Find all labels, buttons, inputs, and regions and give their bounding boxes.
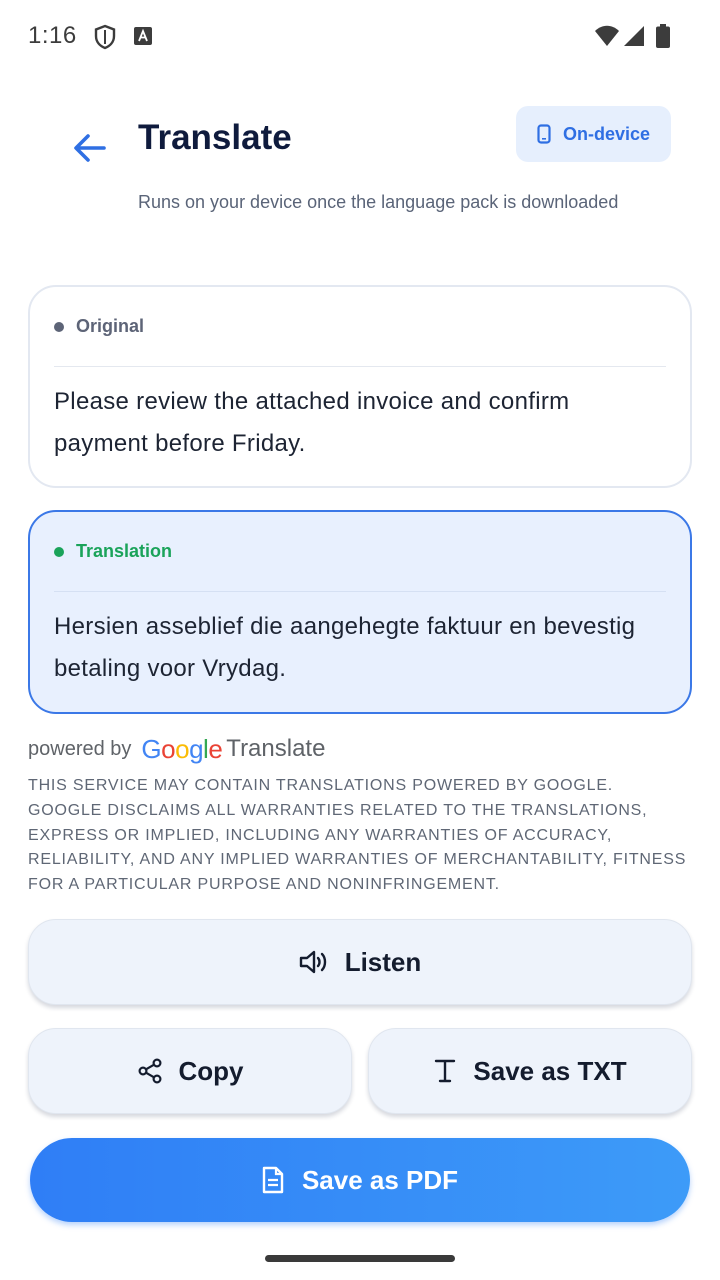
subtitle: Runs on your device once the language pa… (138, 192, 619, 212)
back-button[interactable] (62, 120, 118, 176)
copy-button[interactable]: Copy (28, 1028, 352, 1114)
original-card: Original Please review the attached invo… (28, 285, 692, 488)
text-cursor-icon (435, 1059, 456, 1083)
keyboard-a-icon (134, 27, 152, 50)
translation-card: Translation Hersien asseblief die aangeh… (28, 510, 692, 714)
powered-by-text: powered by (28, 737, 132, 760)
copy-label: Copy (178, 1055, 244, 1086)
status-bar: 1:16 (0, 0, 720, 72)
translation-card-header: Translation (54, 512, 666, 592)
listen-label: Listen (344, 946, 422, 977)
save-pdf-button[interactable]: Save as PDF (30, 1138, 690, 1222)
disclaimer-text: THIS SERVICE MAY CONTAIN TRANSLATIONS PO… (28, 777, 687, 894)
page-title: Translate (138, 118, 292, 157)
translate-product-name: Translate (226, 735, 326, 762)
save-txt-label: Save as TXT (473, 1055, 627, 1086)
listen-button[interactable]: Listen (28, 919, 692, 1005)
original-text: Please review the attached invoice and c… (54, 388, 570, 457)
status-time: 1:16 (28, 22, 77, 49)
save-txt-button[interactable]: Save as TXT (368, 1028, 692, 1114)
speaker-icon (299, 950, 326, 974)
google-logo: Google (141, 733, 223, 764)
share-icon (137, 1058, 162, 1084)
battery-icon (656, 24, 670, 53)
header: Translate On-device Runs on your device … (0, 90, 720, 230)
signal-icon (623, 25, 645, 52)
translation-dot-icon (54, 546, 64, 557)
translation-label: Translation (76, 541, 173, 561)
google-attribution: powered by Google Translate (28, 734, 325, 764)
on-device-chip[interactable]: On-device (516, 106, 671, 162)
save-pdf-label: Save as PDF (301, 1164, 459, 1195)
original-dot-icon (54, 321, 64, 332)
original-label: Original (76, 316, 145, 336)
original-card-header: Original (54, 287, 666, 367)
on-device-label: On-device (562, 123, 651, 144)
home-indicator[interactable] (265, 1255, 455, 1262)
translation-text: Hersien asseblief die aangehegte faktuur… (54, 613, 636, 682)
phone-icon (537, 124, 551, 144)
shield-icon (93, 24, 117, 55)
document-icon (262, 1166, 284, 1194)
wifi-icon (594, 25, 620, 52)
arrow-left-icon (74, 134, 106, 162)
